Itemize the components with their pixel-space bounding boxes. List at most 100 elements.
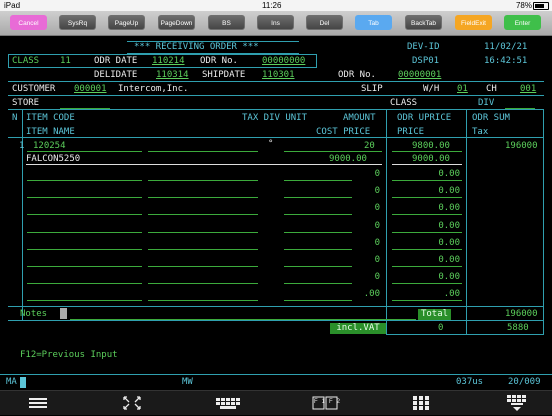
total-value: 196000 bbox=[505, 309, 538, 319]
notes-cursor bbox=[60, 308, 67, 319]
total-label: Total bbox=[418, 309, 451, 320]
cost-price-field[interactable]: .00 bbox=[364, 289, 380, 300]
cost-price-field[interactable]: 0 bbox=[375, 203, 380, 214]
price-field[interactable]: 0.00 bbox=[438, 255, 460, 266]
input-underline[interactable] bbox=[27, 283, 142, 284]
input-underline[interactable] bbox=[27, 180, 142, 181]
price-field[interactable]: 0.00 bbox=[438, 221, 460, 232]
keyboard-icon[interactable] bbox=[214, 394, 242, 412]
odr-no2-field[interactable]: 00000001 bbox=[398, 70, 441, 81]
input-underline[interactable] bbox=[148, 283, 258, 284]
input-underline[interactable] bbox=[392, 300, 462, 301]
clock: 11:26 bbox=[262, 1, 282, 10]
input-underline[interactable] bbox=[148, 266, 258, 267]
input-underline[interactable] bbox=[284, 180, 352, 181]
input-underline[interactable] bbox=[392, 197, 462, 198]
dev-id-label: DEV-ID bbox=[407, 42, 440, 52]
cost-price-field[interactable]: 0 bbox=[375, 221, 380, 232]
input-underline[interactable] bbox=[284, 249, 352, 250]
price-field[interactable]: 0.00 bbox=[438, 203, 460, 214]
class-field[interactable]: 11 bbox=[60, 56, 71, 67]
price-field[interactable]: .00 bbox=[444, 289, 460, 300]
odr-no-label: ODR No. bbox=[200, 56, 238, 66]
incl-vat-label: incl.VAT bbox=[330, 323, 386, 334]
odr-date-field[interactable]: 110214 bbox=[152, 56, 185, 67]
ch-field[interactable]: 001 bbox=[520, 84, 536, 95]
notes-label: Notes bbox=[20, 309, 48, 319]
col-odr-sum: ODR SUM bbox=[472, 113, 510, 123]
pagedown-button[interactable]: PageDown bbox=[158, 15, 195, 30]
oia-response-time: 037us bbox=[456, 377, 484, 387]
input-underline[interactable] bbox=[284, 266, 352, 267]
input-underline[interactable] bbox=[284, 300, 352, 301]
odr-no2-label: ODR No. bbox=[338, 70, 376, 80]
shipdate-field[interactable]: 110301 bbox=[262, 70, 295, 81]
sysrq-button[interactable]: SysRq bbox=[59, 15, 96, 30]
enter-button[interactable]: Enter bbox=[504, 15, 541, 30]
col-amount: AMOUNT bbox=[343, 113, 376, 123]
delete-button[interactable]: Del bbox=[306, 15, 343, 30]
backspace-button[interactable]: BS bbox=[208, 15, 245, 30]
price-field[interactable]: 0.00 bbox=[438, 238, 460, 249]
menu-icon[interactable] bbox=[27, 394, 49, 412]
cost-price-field[interactable]: 0 bbox=[375, 186, 380, 197]
input-underline[interactable] bbox=[392, 180, 462, 181]
input-underline[interactable] bbox=[392, 283, 462, 284]
function-keys-icon[interactable]: F1F2 bbox=[312, 394, 340, 412]
screen-time: 16:42:51 bbox=[484, 56, 528, 66]
input-underline[interactable] bbox=[148, 232, 258, 233]
insert-button[interactable]: Ins bbox=[257, 15, 294, 30]
oia-mode: MA bbox=[6, 377, 17, 387]
cost-price-field[interactable]: 9000.00 bbox=[329, 154, 367, 165]
input-underline[interactable] bbox=[27, 197, 142, 198]
battery-percent: 78% bbox=[515, 1, 532, 10]
slip-label: SLIP bbox=[361, 84, 383, 94]
incl-vat-value: 0 bbox=[438, 323, 444, 333]
cost-price-field[interactable]: 0 bbox=[375, 169, 380, 180]
cost-price-field[interactable]: 0 bbox=[375, 255, 380, 266]
store-label: STORE bbox=[12, 98, 40, 108]
odr-no-field[interactable]: 00000000 bbox=[262, 56, 305, 67]
input-underline[interactable] bbox=[27, 300, 142, 301]
cancel-button[interactable]: Cancel bbox=[10, 15, 47, 30]
terminal-screen[interactable]: *** RECEIVING ORDER *** DEV-ID 11/02/21 … bbox=[0, 36, 552, 390]
customer-code-field[interactable]: 000001 bbox=[74, 84, 107, 95]
tab-button[interactable]: Tab bbox=[355, 15, 392, 30]
wh-field[interactable]: 01 bbox=[457, 84, 468, 95]
delidate-field[interactable]: 110314 bbox=[156, 70, 189, 81]
price-field[interactable]: 0.00 bbox=[438, 169, 460, 180]
pageup-button[interactable]: PageUp bbox=[108, 15, 145, 30]
keyboard-hide-icon[interactable] bbox=[505, 394, 531, 412]
bottom-toolbar: F1F2 bbox=[0, 390, 552, 415]
fieldexit-button[interactable]: FieldExit bbox=[455, 15, 492, 30]
input-underline[interactable] bbox=[27, 214, 142, 215]
amount-field[interactable]: 20 bbox=[364, 141, 375, 152]
expand-icon[interactable] bbox=[121, 394, 143, 412]
backtab-button[interactable]: BackTab bbox=[405, 15, 442, 30]
price-field[interactable]: 0.00 bbox=[438, 186, 460, 197]
cost-price-field[interactable]: 0 bbox=[375, 272, 380, 283]
input-underline[interactable] bbox=[392, 249, 462, 250]
keypad-icon[interactable] bbox=[410, 394, 432, 412]
tax-mark: ° bbox=[268, 139, 274, 149]
input-underline[interactable] bbox=[148, 214, 258, 215]
input-underline[interactable] bbox=[27, 266, 142, 267]
input-underline[interactable] bbox=[148, 249, 258, 250]
cost-price-field[interactable]: 0 bbox=[375, 238, 380, 249]
input-underline[interactable] bbox=[27, 249, 142, 250]
input-underline[interactable] bbox=[284, 214, 352, 215]
input-underline[interactable] bbox=[148, 300, 258, 301]
oia-cursor bbox=[20, 377, 26, 388]
input-underline[interactable] bbox=[284, 197, 352, 198]
input-underline[interactable] bbox=[148, 197, 258, 198]
line-number: 1 bbox=[19, 141, 25, 151]
input-underline[interactable] bbox=[284, 232, 352, 233]
input-underline[interactable] bbox=[392, 266, 462, 267]
input-underline[interactable] bbox=[284, 283, 352, 284]
input-underline[interactable] bbox=[148, 180, 258, 181]
input-underline[interactable] bbox=[392, 214, 462, 215]
price-field[interactable]: 0.00 bbox=[438, 272, 460, 283]
input-underline[interactable] bbox=[27, 232, 142, 233]
input-underline[interactable] bbox=[392, 232, 462, 233]
carrier-label: iPad bbox=[4, 1, 21, 10]
